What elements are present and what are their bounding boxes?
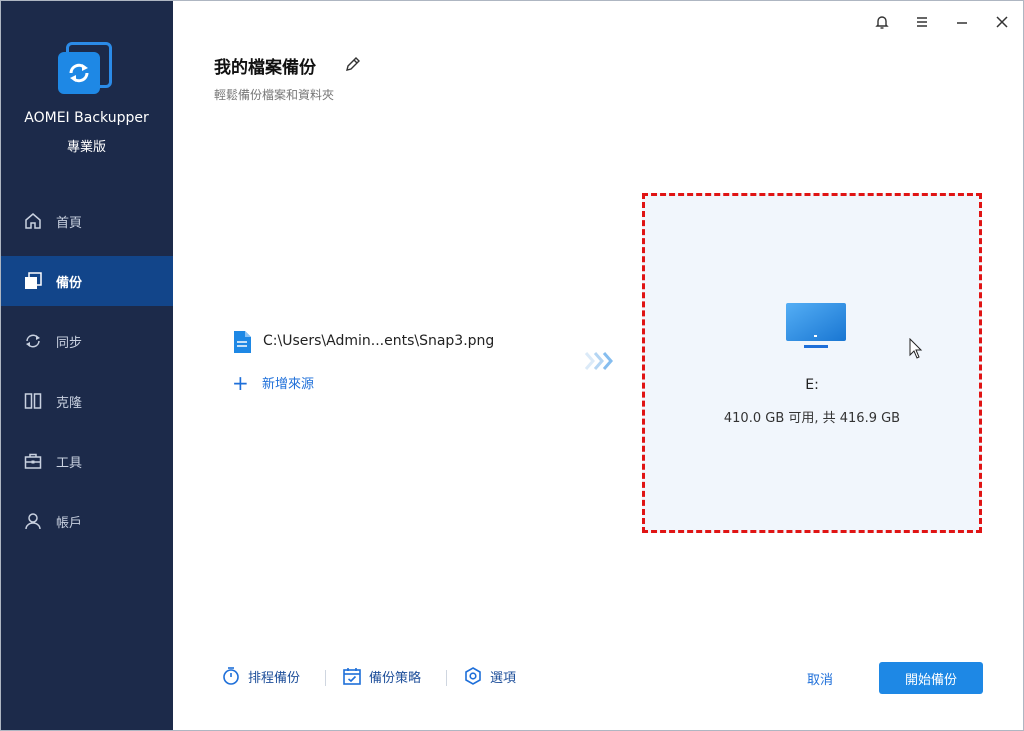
add-source-label: 新增來源 [262, 377, 315, 392]
sync-icon [24, 332, 42, 350]
close-button[interactable] [990, 10, 1014, 34]
app-name: AOMEI Backupper [24, 110, 149, 126]
destination-box[interactable]: E: 410.0 GB 可用, 共 416.9 GB [642, 193, 982, 533]
minimize-button[interactable] [950, 10, 974, 34]
sidebar-item-backup[interactable]: 備份 [0, 256, 173, 306]
stopwatch-icon [221, 666, 241, 686]
plus-icon: + [232, 370, 249, 395]
schedule-backup-button[interactable]: 排程備份 [221, 666, 300, 686]
options-label: 選項 [490, 670, 517, 686]
scheme-label: 備份策略 [369, 670, 422, 686]
sidebar-item-tools[interactable]: 工具 [0, 436, 173, 486]
pencil-icon [346, 57, 360, 71]
sidebar-item-label: 克隆 [56, 395, 83, 411]
sidebar-item-label: 首頁 [56, 215, 83, 231]
start-backup-button[interactable]: 開始備份 [879, 662, 983, 694]
settings-hexagon-icon [463, 666, 483, 686]
calendar-check-icon [342, 666, 362, 686]
destination-space: 410.0 GB 可用, 共 416.9 GB [723, 411, 901, 426]
direction-arrows-icon [582, 350, 616, 372]
user-icon [24, 512, 42, 530]
menu-icon [917, 17, 927, 27]
clone-icon [24, 392, 42, 410]
divider [325, 670, 326, 686]
menu-button[interactable] [910, 10, 934, 34]
sidebar-item-label: 帳戶 [56, 515, 83, 531]
sidebar: AOMEI Backupper 專業版 首頁 備份 同步 克隆 工具 帳戶 [0, 0, 173, 731]
edit-title-button[interactable] [344, 55, 362, 73]
file-icon [232, 330, 252, 354]
app-edition: 專業版 [66, 140, 106, 155]
monitor-icon [784, 301, 848, 353]
sidebar-item-label: 工具 [56, 455, 83, 471]
divider [446, 670, 447, 686]
sidebar-item-home[interactable]: 首頁 [0, 196, 173, 246]
options-button[interactable]: 選項 [463, 666, 516, 686]
sidebar-item-label: 同步 [56, 335, 83, 351]
backup-icon [24, 272, 42, 290]
cancel-button[interactable]: 取消 [790, 664, 850, 692]
toolbox-icon [24, 452, 42, 470]
mouse-cursor-icon [909, 337, 923, 360]
sidebar-nav: 首頁 備份 同步 克隆 工具 帳戶 [0, 196, 173, 556]
page-subtitle: 輕鬆備份檔案和資料夾 [214, 88, 335, 102]
home-icon [24, 212, 42, 230]
sidebar-item-label: 備份 [56, 275, 83, 291]
sync-logo-icon [69, 63, 89, 83]
sidebar-item-clone[interactable]: 克隆 [0, 376, 173, 426]
notification-button[interactable] [870, 10, 894, 34]
schedule-label: 排程備份 [248, 670, 301, 686]
page-title: 我的檔案備份 [214, 58, 316, 78]
close-icon [996, 16, 1008, 28]
sidebar-item-sync[interactable]: 同步 [0, 316, 173, 366]
minimize-icon [957, 22, 967, 24]
add-source-button[interactable]: + 新增來源 [232, 370, 315, 395]
app-logo [56, 42, 114, 100]
bell-icon [875, 16, 889, 29]
sidebar-item-account[interactable]: 帳戶 [0, 496, 173, 546]
backup-scheme-button[interactable]: 備份策略 [342, 666, 421, 686]
destination-drive: E: [805, 377, 819, 393]
source-path[interactable]: C:\Users\Admin...ents\Snap3.png [263, 333, 494, 349]
